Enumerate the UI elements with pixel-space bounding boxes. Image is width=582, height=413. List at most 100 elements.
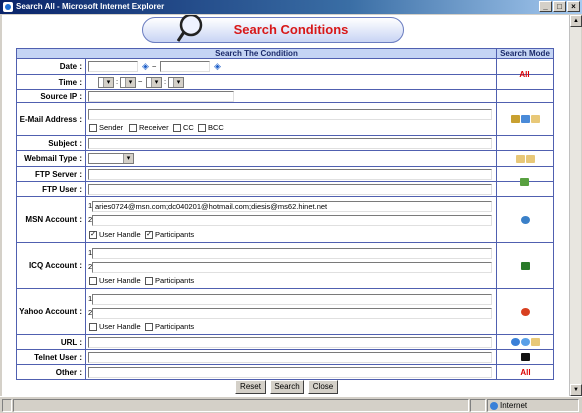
row-ftp-user: FTP User : (16, 182, 554, 197)
email-input[interactable] (88, 109, 492, 120)
ftp-user-label: FTP User : (17, 182, 86, 196)
time-to-hour-select[interactable] (146, 77, 162, 88)
close-button[interactable]: Close (308, 380, 338, 394)
msn-participants-label: Participants (155, 230, 195, 239)
time-separator: ~ (138, 77, 143, 86)
mode-header: Search Mode (496, 48, 554, 59)
source-ip-input[interactable] (88, 91, 234, 102)
msn-account-input-1[interactable]: aries0724@msn.com;dc040201@hotmail.com;d… (92, 201, 492, 212)
cc-checkbox[interactable] (173, 124, 181, 132)
folder-icon (516, 154, 525, 163)
zone-label: Internet (500, 401, 528, 410)
yahoo-account-input-2[interactable] (92, 308, 492, 319)
msn-icon (521, 215, 530, 224)
window-title: Search All - Microsoft Internet Explorer (16, 2, 165, 11)
mode-all-date: All (519, 70, 530, 79)
yahoo-user-handle-checkbox[interactable] (89, 323, 97, 331)
row-time: Time : : ~ : (16, 75, 554, 90)
row-subject: Subject : (16, 136, 554, 151)
yahoo-account-label: Yahoo Account : (17, 289, 86, 334)
telnet-user-input[interactable] (88, 352, 492, 363)
subject-input[interactable] (88, 138, 492, 149)
reset-button[interactable]: Reset (235, 380, 266, 394)
icq-participants-checkbox[interactable] (145, 277, 153, 285)
zone-indicator: Internet (487, 399, 579, 412)
time-from-hour-select[interactable] (98, 77, 114, 88)
bcc-checkbox[interactable] (198, 124, 206, 132)
row-date: Date : ◈ ~ ◈ (16, 59, 554, 75)
msn-account-input-2[interactable] (92, 215, 492, 226)
yahoo-account-input-1[interactable] (92, 294, 492, 305)
webmail-icon (521, 115, 530, 123)
bcc-label: BCC (208, 123, 224, 132)
yahoo-icon (521, 307, 530, 316)
banner-title: Search Conditions (233, 22, 349, 37)
email-client-icon (511, 115, 520, 123)
icq-account-input-2[interactable] (92, 262, 492, 273)
cc-label: CC (183, 123, 194, 132)
url-input[interactable] (88, 337, 492, 348)
msn-account-label: MSN Account : (17, 197, 86, 242)
yahoo-user-handle-label: User Handle (99, 322, 141, 331)
webmail-type-label: Webmail Type : (17, 151, 86, 166)
minimize-button[interactable]: _ (539, 1, 552, 12)
ftp-server-input[interactable] (88, 169, 492, 180)
row-url: URL : (16, 335, 554, 350)
search-conditions-banner: Search Conditions (142, 15, 404, 43)
ftp-user-input[interactable] (88, 184, 492, 195)
ftp-server-label: FTP Server : (17, 167, 86, 181)
row-ftp-server: FTP Server : (16, 167, 554, 182)
icq-account-label: ICQ Account : (17, 243, 86, 288)
vertical-scrollbar[interactable]: ▲ ▼ (569, 15, 582, 396)
subject-label: Subject : (17, 136, 86, 150)
scroll-up-icon[interactable]: ▲ (570, 15, 582, 27)
date-separator: ~ (152, 62, 157, 71)
row-msn: MSN Account : 1. aries0724@msn.com;dc040… (16, 197, 554, 243)
status-bar: Internet (0, 396, 582, 413)
msn-user-handle-checkbox[interactable]: ✓ (89, 231, 97, 239)
date-to-input[interactable] (160, 61, 210, 72)
msn-participants-checkbox[interactable]: ✓ (145, 231, 153, 239)
yahoo-participants-label: Participants (155, 322, 195, 331)
close-window-button[interactable]: × (567, 1, 580, 12)
date-label: Date : (17, 59, 86, 74)
icq-user-handle-label: User Handle (99, 276, 141, 285)
ie-icon (3, 2, 13, 12)
row-email: E-Mail Address : Sender Receiver CC BCC (16, 103, 554, 136)
calendar-icon[interactable]: ◈ (213, 62, 222, 71)
maximize-button[interactable]: □ (553, 1, 566, 12)
icq-user-handle-checkbox[interactable] (89, 277, 97, 285)
calendar-icon[interactable]: ◈ (141, 62, 150, 71)
time-from-minute-select[interactable] (120, 77, 136, 88)
yahoo-participants-checkbox[interactable] (145, 323, 153, 331)
other-input[interactable] (88, 367, 492, 378)
status-text (13, 399, 469, 412)
folder-icon (531, 115, 540, 123)
scroll-down-icon[interactable]: ▼ (570, 384, 582, 396)
webmail-type-select[interactable] (88, 153, 134, 164)
time-colon: : (164, 77, 167, 86)
lock-icon (470, 399, 486, 412)
row-source-ip: Source IP : (16, 90, 554, 103)
condition-header: Search The Condition (16, 48, 497, 59)
receiver-label: Receiver (139, 123, 169, 132)
row-other: Other : All (16, 365, 554, 380)
ie-icon (511, 338, 520, 346)
telnet-user-label: Telnet User : (17, 350, 86, 364)
other-label: Other : (17, 365, 86, 379)
title-bar: Search All - Microsoft Internet Explorer… (0, 0, 582, 14)
time-to-minute-select[interactable] (168, 77, 184, 88)
date-from-input[interactable] (88, 61, 138, 72)
url-label: URL : (17, 335, 86, 349)
mode-all-other: All (520, 367, 531, 377)
sender-checkbox[interactable] (89, 124, 97, 132)
internet-zone-icon (490, 401, 498, 410)
page-status-icon (2, 399, 12, 412)
icq-icon (521, 261, 530, 270)
icq-account-input-1[interactable] (92, 248, 492, 259)
time-label: Time : (17, 75, 86, 89)
receiver-checkbox[interactable] (129, 124, 137, 132)
icq-participants-label: Participants (155, 276, 195, 285)
search-button[interactable]: Search (270, 380, 304, 394)
page-content: Search Conditions Search The Condition S… (2, 15, 569, 396)
